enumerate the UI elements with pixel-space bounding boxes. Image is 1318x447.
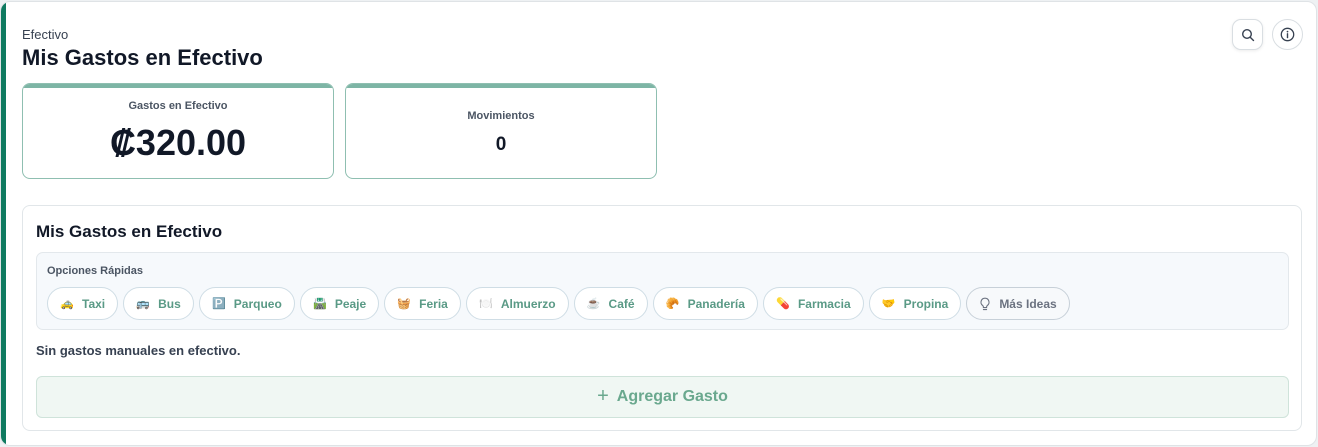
quick-options-list: 🚕 Taxi 🚌 Bus 🅿️ Parqueo 🛣️ Peaje 🧺 Feria…	[47, 287, 1070, 320]
plate-icon: 🍽️	[479, 298, 493, 310]
chip-label: Propina	[903, 296, 949, 311]
search-button[interactable]	[1232, 19, 1263, 50]
parking-icon: 🅿️	[211, 298, 226, 310]
chip-label: Taxi	[82, 296, 106, 311]
info-button[interactable]	[1272, 19, 1303, 50]
cash-expenses-section: Mis Gastos en Efectivo Opciones Rápidas …	[22, 205, 1302, 431]
stat-label: Movimientos	[467, 110, 535, 122]
stat-value: 0	[495, 134, 507, 155]
chip-label: Café	[608, 296, 635, 311]
coffee-icon: ☕	[586, 298, 601, 310]
quick-option-parqueo[interactable]: 🅿️ Parqueo	[198, 287, 295, 320]
croissant-icon: 🥐	[665, 298, 680, 310]
chip-label: Peaje	[334, 296, 367, 311]
lightbulb-icon	[980, 297, 990, 310]
chip-label: Almuerzo	[500, 296, 556, 311]
quick-option-panaderia[interactable]: 🥐 Panadería	[652, 287, 758, 320]
more-ideas-button[interactable]: Más Ideas	[966, 287, 1070, 320]
add-expense-button[interactable]: + Agregar Gasto	[36, 376, 1289, 418]
add-expense-label: Agregar Gasto	[616, 388, 728, 405]
info-icon	[1280, 27, 1295, 42]
chip-label: Parqueo	[233, 296, 282, 311]
quick-options-label: Opciones Rápidas	[47, 265, 143, 277]
quick-option-taxi[interactable]: 🚕 Taxi	[47, 287, 119, 320]
quick-options-panel: Opciones Rápidas 🚕 Taxi 🚌 Bus 🅿️ Parqueo…	[36, 252, 1289, 330]
stat-card-cash-total: Gastos en Efectivo ₡320.00	[22, 83, 334, 179]
page-title: Mis Gastos en Efectivo	[22, 45, 263, 70]
stat-value: ₡320.00	[109, 122, 247, 163]
stat-card-movements: Movimientos 0	[345, 83, 657, 179]
chip-label: Farmacia	[797, 296, 851, 311]
toll-road-icon: 🛣️	[312, 298, 327, 310]
stat-label: Gastos en Efectivo	[128, 100, 228, 112]
chip-label: Bus	[158, 296, 181, 311]
search-icon	[1241, 28, 1254, 41]
chip-label: Más Ideas	[999, 296, 1057, 311]
plus-icon: +	[597, 384, 609, 407]
chip-label: Feria	[419, 296, 448, 311]
pill-icon: 💊	[776, 298, 790, 310]
bus-icon: 🚌	[136, 298, 150, 310]
quick-option-farmacia[interactable]: 💊 Farmacia	[762, 287, 864, 320]
chip-label: Panadería	[687, 296, 745, 311]
section-title: Mis Gastos en Efectivo	[36, 222, 223, 241]
handshake-icon: 🤝	[881, 298, 896, 310]
quick-option-almuerzo[interactable]: 🍽️ Almuerzo	[465, 287, 569, 320]
quick-option-bus[interactable]: 🚌 Bus	[123, 287, 194, 320]
quick-option-peaje[interactable]: 🛣️ Peaje	[299, 287, 380, 320]
card-accent-bar	[1, 2, 6, 445]
taxi-icon: 🚕	[60, 298, 74, 310]
basket-icon: 🧺	[397, 298, 412, 310]
page-eyebrow: Efectivo	[22, 27, 69, 42]
quick-option-cafe[interactable]: ☕ Café	[573, 287, 648, 320]
quick-option-feria[interactable]: 🧺 Feria	[384, 287, 461, 320]
empty-state-text: Sin gastos manuales en efectivo.	[36, 343, 241, 358]
cash-expenses-card: Efectivo Mis Gastos en Efectivo Gastos e…	[0, 1, 1317, 446]
quick-option-propina[interactable]: 🤝 Propina	[868, 287, 962, 320]
